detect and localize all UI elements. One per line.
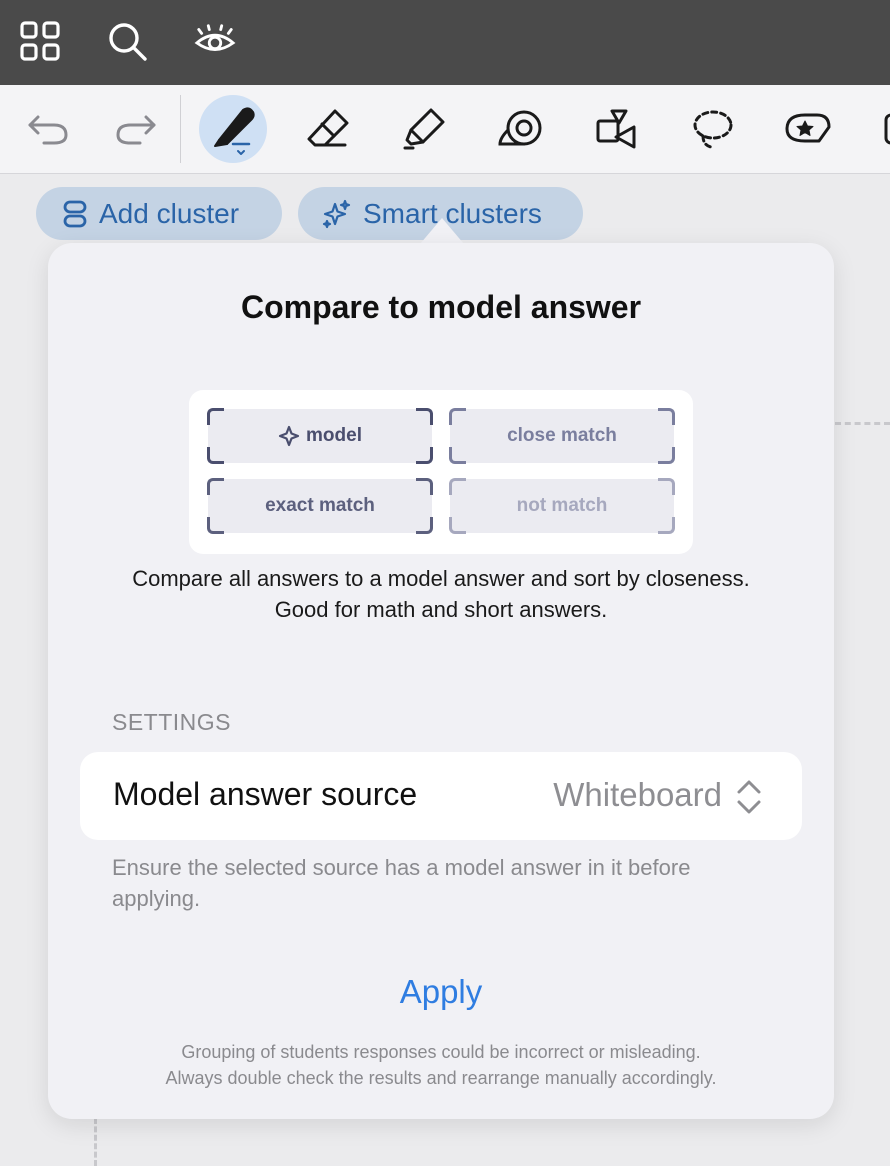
- tape-icon[interactable]: [488, 97, 552, 161]
- diagram-close-match-box: close match: [449, 408, 675, 464]
- smart-clusters-popover: Compare to model answer model close matc…: [48, 243, 834, 1119]
- model-answer-source-label: Model answer source: [113, 776, 418, 812]
- canvas-guide: [835, 422, 890, 425]
- sparkle-icon: [321, 199, 351, 229]
- disclaimer: Grouping of students responses could be …: [88, 1039, 794, 1091]
- undo-icon[interactable]: [16, 97, 80, 161]
- redo-icon[interactable]: [104, 97, 168, 161]
- disclaimer-line-1: Grouping of students responses could be …: [181, 1042, 701, 1062]
- pen-icon[interactable]: [199, 95, 267, 163]
- disclaimer-line-2: Always double check the results and rear…: [165, 1068, 717, 1088]
- cluster-icon: [63, 200, 87, 228]
- toolbar-divider: [180, 95, 181, 163]
- settings-header: SETTINGS: [112, 709, 232, 735]
- lasso-icon[interactable]: [680, 97, 744, 161]
- grid-icon[interactable]: [19, 20, 61, 62]
- source-note: Ensure the selected source has a model a…: [112, 855, 691, 911]
- add-cluster-label: Add cluster: [99, 197, 240, 229]
- tool-bar: [0, 85, 890, 174]
- diagram-exact-match-box: exact match: [207, 478, 433, 534]
- add-cluster-button[interactable]: Add cluster: [36, 187, 282, 240]
- highlighter-icon[interactable]: [392, 97, 456, 161]
- apply-button[interactable]: Apply: [48, 973, 834, 1011]
- search-icon[interactable]: [106, 20, 148, 62]
- diagram-close-match-label: close match: [507, 425, 617, 446]
- shapes-icon[interactable]: [584, 97, 648, 161]
- match-diagram: model close match exact match not match: [189, 390, 693, 554]
- sticker-icon[interactable]: [776, 97, 840, 161]
- chevron-up-down-icon[interactable]: [736, 778, 762, 821]
- popover-caret: [420, 218, 464, 244]
- canvas-guide: [94, 1118, 97, 1166]
- sparkle-icon: [278, 425, 300, 447]
- popover-title: Compare to model answer: [240, 289, 642, 325]
- popover-description: Compare all answers to a model answer an…: [132, 566, 750, 622]
- diagram-exact-match-label: exact match: [265, 495, 375, 516]
- diagram-model-label: model: [306, 425, 362, 446]
- diagram-not-match-box: not match: [449, 478, 675, 534]
- diagram-not-match-label: not match: [516, 495, 608, 516]
- diagram-model-box: model: [207, 408, 433, 464]
- model-answer-source-value[interactable]: Whiteboard: [553, 776, 722, 814]
- top-bar: [0, 0, 890, 85]
- eraser-icon[interactable]: [296, 97, 360, 161]
- more-tools-icon[interactable]: [872, 97, 890, 161]
- model-answer-source-row[interactable]: Model answer source Whiteboard: [80, 752, 802, 840]
- eye-icon[interactable]: [194, 20, 236, 62]
